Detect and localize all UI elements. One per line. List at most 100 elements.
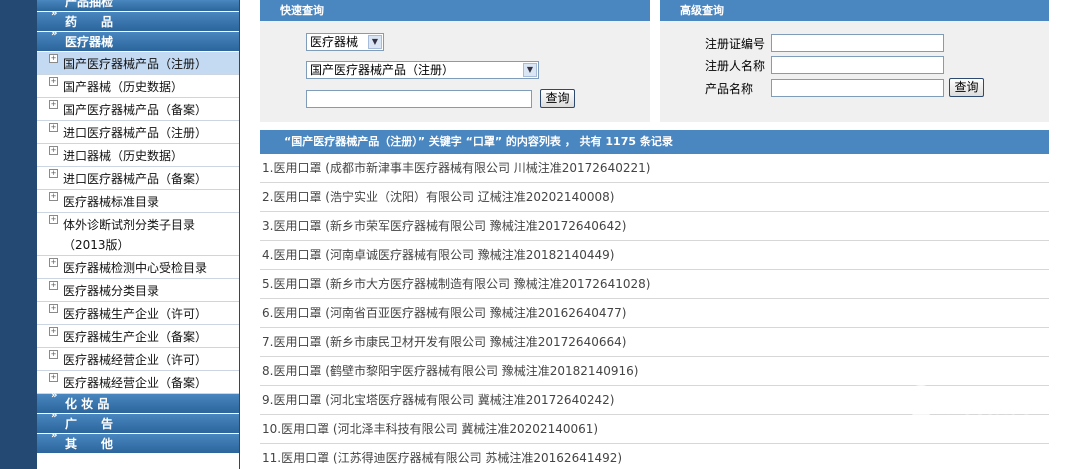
list-item[interactable]: 5.医用口罩 (新乡市大方医疗器械制造有限公司 豫械注准20172641028)	[260, 270, 1049, 299]
main-content: 快速查询 医疗器械 ▼ 国产医疗器械产品（注册） ▼ 查询 高级查询 注册证编号…	[240, 0, 1080, 469]
chevron-down-icon: ▼	[523, 63, 537, 77]
result-link[interactable]: 11.医用口罩 (江苏得迪医疗器械有限公司 苏械注准20162641492)	[262, 451, 622, 465]
list-item[interactable]: 11.医用口罩 (江苏得迪医疗器械有限公司 苏械注准20162641492)	[260, 444, 1049, 469]
quick-search-title: 快速查询	[260, 0, 650, 21]
keyword-input[interactable]	[306, 90, 532, 108]
sidebar-header-label: 化 妆 品	[65, 397, 110, 411]
quick-search-button[interactable]: 查询	[540, 89, 575, 108]
sidebar-item-imported-device-filing[interactable]: + 进口医疗器械产品（备案）	[37, 167, 239, 190]
sidebar-item-testing-center-catalog[interactable]: + 医疗器械检测中心受检目录	[37, 256, 239, 279]
double-chevron-icon: »	[51, 410, 58, 421]
sidebar-item-ivd-classification[interactable]: + 体外诊断试剂分类子目录（2013版）	[37, 213, 239, 256]
list-item[interactable]: 7.医用口罩 (新乡市康民卫材开发有限公司 豫械注准20172640664)	[260, 328, 1049, 357]
sidebar-item-imported-device-history[interactable]: + 进口器械（历史数据）	[37, 144, 239, 167]
database-select[interactable]: 国产医疗器械产品（注册） ▼	[306, 61, 539, 79]
sidebar-item-domestic-device-filing[interactable]: + 国产医疗器械产品（备案）	[37, 98, 239, 121]
sidebar-item-label: 体外诊断试剂分类子目录（2013版）	[63, 218, 196, 252]
expand-icon: +	[49, 77, 58, 86]
sidebar-item-label: 进口医疗器械产品（注册）	[63, 126, 208, 140]
chevron-down-icon: ▼	[368, 35, 382, 49]
result-link[interactable]: 4.医用口罩 (河南卓诚医疗器械有限公司 豫械注准20182140449)	[262, 248, 614, 262]
sidebar-item-label: 医疗器械分类目录	[63, 284, 160, 298]
sidebar-header-label: 药 品	[65, 15, 114, 29]
sidebar-header-label: 其 他	[65, 437, 114, 451]
expand-icon: +	[49, 281, 58, 290]
result-link[interactable]: 9.医用口罩 (河北宝塔医疗器械有限公司 冀械注准20172640242)	[262, 393, 614, 407]
sidebar-header-label: 广 告	[65, 417, 114, 431]
list-item[interactable]: 6.医用口罩 (河南省百亚医疗器械有限公司 豫械注准20162640477)	[260, 299, 1049, 328]
list-item[interactable]: 1.医用口罩 (成都市新津事丰医疗器械有限公司 川械注准20172640221)	[260, 154, 1049, 183]
sidebar-header-ads[interactable]: » 广 告	[37, 410, 239, 434]
advanced-search-button[interactable]: 查询	[949, 78, 984, 97]
database-select-value: 国产医疗器械产品（注册）	[310, 63, 455, 77]
category-select-value: 医疗器械	[310, 35, 359, 49]
sidebar-header-label: 医疗器械	[65, 35, 114, 49]
list-item[interactable]: 3.医用口罩 (新乡市荣军医疗器械有限公司 豫械注准20172640642)	[260, 212, 1049, 241]
sidebar-header-product-inspection[interactable]: 产品抽检	[37, 0, 239, 12]
sidebar-item-label: 医疗器械经营企业（许可）	[63, 353, 208, 367]
result-link[interactable]: 7.医用口罩 (新乡市康民卫材开发有限公司 豫械注准20172640664)	[262, 335, 626, 349]
expand-icon: +	[49, 169, 58, 178]
sidebar-item-label: 国产器械（历史数据）	[63, 80, 184, 94]
reg-no-label: 注册证编号	[705, 37, 766, 51]
sidebar-item-label: 医疗器械经营企业（备案）	[63, 376, 208, 390]
expand-icon: +	[49, 146, 58, 155]
double-chevron-icon: »	[51, 430, 58, 441]
result-link[interactable]: 6.医用口罩 (河南省百亚医疗器械有限公司 豫械注准20162640477)	[262, 306, 626, 320]
sidebar-header-label: 产品抽检	[65, 0, 114, 9]
list-item[interactable]: 8.医用口罩 (鹤壁市黎阳宇医疗器械有限公司 豫械注准20182140916)	[260, 357, 1049, 386]
product-name-input[interactable]	[771, 79, 944, 97]
sidebar-item-label: 医疗器械生产企业（许可）	[63, 307, 208, 321]
sidebar-item-domestic-device-history[interactable]: + 国产器械（历史数据）	[37, 75, 239, 98]
sidebar-header-drugs[interactable]: » 药 品	[37, 8, 239, 32]
list-item[interactable]: 10.医用口罩 (河北泽丰科技有限公司 冀械注准20202140061)	[260, 415, 1049, 444]
results-header: “国产医疗器械产品（注册）” 关键字 “口罩” 的内容列表 ， 共有 1175 …	[260, 130, 1049, 154]
results-list: 1.医用口罩 (成都市新津事丰医疗器械有限公司 川械注准20172640221)…	[260, 154, 1049, 469]
left-sidebar: 产品抽检 » 药 品 » 医疗器械 + 国产医疗器械产品（注册） + 国产器械（…	[37, 0, 239, 469]
expand-icon: +	[49, 327, 58, 336]
advanced-search-title: 高级查询	[660, 0, 1049, 21]
expand-icon: +	[49, 192, 58, 201]
list-item[interactable]: 2.医用口罩 (浩宁实业（沈阳）有限公司 辽械注准20202140008)	[260, 183, 1049, 212]
result-link[interactable]: 2.医用口罩 (浩宁实业（沈阳）有限公司 辽械注准20202140008)	[262, 190, 614, 204]
sidebar-item-manufacturer-license[interactable]: + 医疗器械生产企业（许可）	[37, 302, 239, 325]
sidebar-item-domestic-device-registration[interactable]: + 国产医疗器械产品（注册）	[37, 52, 239, 75]
sidebar-item-distributor-license[interactable]: + 医疗器械经营企业（许可）	[37, 348, 239, 371]
sidebar-item-label: 进口医疗器械产品（备案）	[63, 172, 208, 186]
registrant-input[interactable]	[771, 56, 944, 74]
double-chevron-icon: »	[51, 390, 58, 401]
sidebar-item-distributor-filing[interactable]: + 医疗器械经营企业（备案）	[37, 371, 239, 394]
sidebar-header-devices[interactable]: » 医疗器械	[37, 28, 239, 52]
result-link[interactable]: 5.医用口罩 (新乡市大方医疗器械制造有限公司 豫械注准20172641028)	[262, 277, 650, 291]
list-item[interactable]: 4.医用口罩 (河南卓诚医疗器械有限公司 豫械注准20182140449)	[260, 241, 1049, 270]
expand-icon: +	[49, 304, 58, 313]
double-chevron-icon: »	[51, 28, 58, 39]
reg-no-input[interactable]	[771, 34, 944, 52]
result-link[interactable]: 8.医用口罩 (鹤壁市黎阳宇医疗器械有限公司 豫械注准20182140916)	[262, 364, 638, 378]
sidebar-header-other[interactable]: » 其 他	[37, 430, 239, 454]
quick-search-panel: 快速查询 医疗器械 ▼ 国产医疗器械产品（注册） ▼ 查询	[260, 0, 650, 122]
list-item[interactable]: 9.医用口罩 (河北宝塔医疗器械有限公司 冀械注准20172640242)	[260, 386, 1049, 415]
sidebar-item-label: 医疗器械生产企业（备案）	[63, 330, 208, 344]
result-link[interactable]: 10.医用口罩 (河北泽丰科技有限公司 冀械注准20202140061)	[262, 422, 598, 436]
sidebar-header-cosmetics[interactable]: » 化 妆 品	[37, 390, 239, 414]
sidebar-item-label: 医疗器械检测中心受检目录	[63, 261, 208, 275]
result-link[interactable]: 3.医用口罩 (新乡市荣军医疗器械有限公司 豫械注准20172640642)	[262, 219, 626, 233]
advanced-search-panel: 高级查询 注册证编号 注册人名称 产品名称 查询	[660, 0, 1049, 122]
sidebar-item-label: 进口器械（历史数据）	[63, 149, 184, 163]
expand-icon: +	[49, 373, 58, 382]
expand-icon: +	[49, 123, 58, 132]
product-name-label: 产品名称	[705, 82, 754, 96]
expand-icon: +	[49, 350, 58, 359]
expand-icon: +	[49, 54, 58, 63]
result-link[interactable]: 1.医用口罩 (成都市新津事丰医疗器械有限公司 川械注准20172640221)	[262, 161, 650, 175]
double-chevron-icon: »	[51, 8, 58, 19]
sidebar-item-device-classification[interactable]: + 医疗器械分类目录	[37, 279, 239, 302]
sidebar-item-imported-device-registration[interactable]: + 进口医疗器械产品（注册）	[37, 121, 239, 144]
sidebar-item-manufacturer-filing[interactable]: + 医疗器械生产企业（备案）	[37, 325, 239, 348]
category-select[interactable]: 医疗器械 ▼	[306, 33, 384, 51]
registrant-label: 注册人名称	[705, 59, 766, 73]
sidebar-item-device-standards[interactable]: + 医疗器械标准目录	[37, 190, 239, 213]
sidebar-item-label: 国产医疗器械产品（注册）	[63, 57, 208, 71]
expand-icon: +	[49, 258, 58, 267]
